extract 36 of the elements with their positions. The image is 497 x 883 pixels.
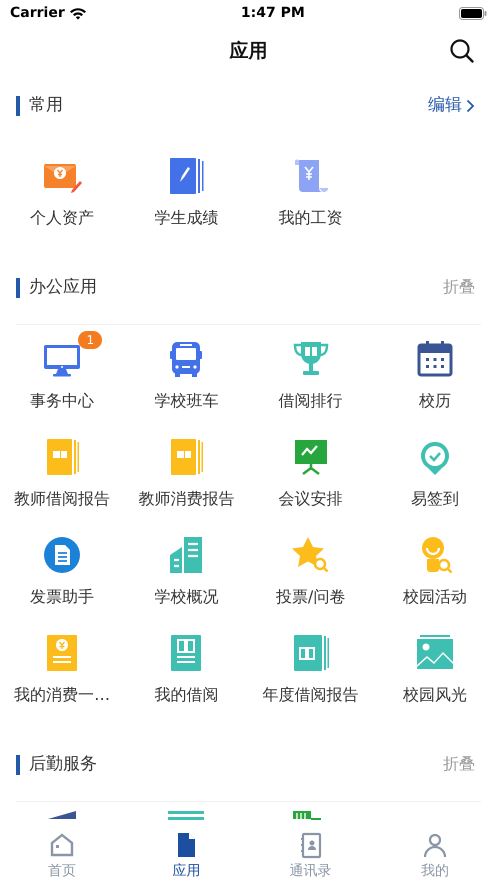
app-label[interactable]: 校园活动	[402, 585, 467, 609]
page-title: 应用	[230, 38, 268, 64]
app-label[interactable]: 借阅排行	[278, 389, 343, 413]
star-search-icon	[290, 535, 331, 575]
tab-item[interactable]: 应用	[124, 825, 248, 883]
app-label[interactable]: 校园风光	[402, 683, 467, 707]
app-label[interactable]: 学生成绩	[154, 206, 218, 230]
search-icon[interactable]	[449, 38, 475, 64]
app-label[interactable]: 易签到	[410, 487, 459, 511]
app-label[interactable]: 会议安排	[278, 487, 343, 511]
section-title: 常用	[29, 94, 63, 117]
app-label[interactable]: 年度借阅报告	[262, 683, 359, 707]
section-title: 后勤服务	[29, 753, 97, 776]
app-label[interactable]: 我的工资	[278, 206, 343, 230]
app-label[interactable]: 个人资产	[30, 206, 94, 230]
notification-badge: 1	[78, 331, 102, 349]
carrier-label: Carrier	[10, 4, 65, 22]
app-label[interactable]: 事务中心	[30, 389, 94, 413]
wifi-icon	[68, 6, 87, 20]
edit-link[interactable]: 编辑	[428, 93, 475, 118]
app-label[interactable]: 投票/问卷	[276, 585, 346, 609]
clock-time: 1:47 PM	[240, 4, 305, 22]
app-label[interactable]: 发票助手	[30, 585, 94, 609]
app-label[interactable]: 学校概况	[154, 585, 218, 609]
partial-icon	[166, 808, 206, 821]
app-label[interactable]: 我的消费一…	[14, 683, 110, 707]
app-label[interactable]: 校历	[418, 389, 451, 413]
section-title: 办公应用	[29, 276, 97, 299]
app-label[interactable]: 学校班车	[154, 389, 218, 413]
app-label[interactable]: 教师借阅报告	[14, 487, 110, 511]
chevron-icon	[466, 98, 475, 113]
battery-icon	[459, 6, 487, 20]
document-icon	[42, 535, 82, 575]
app-label[interactable]: 我的借阅	[154, 683, 218, 707]
app-label[interactable]: 教师消费报告	[138, 487, 234, 511]
calendar-icon	[414, 339, 455, 379]
